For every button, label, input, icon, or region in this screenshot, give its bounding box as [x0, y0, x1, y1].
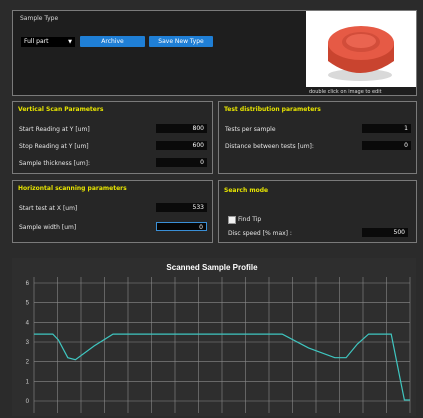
test-distribution-title: Test distribution parameters: [224, 106, 321, 113]
chart-svg: Scanned Sample Profile 6543210: [12, 258, 416, 416]
save-new-type-button[interactable]: Save New Type: [149, 36, 213, 47]
start-reading-y-input[interactable]: 800: [156, 124, 207, 133]
archive-button[interactable]: Archive: [80, 36, 145, 47]
start-test-x-input[interactable]: 533: [156, 203, 207, 212]
sample-type-dropdown[interactable]: Full part ▼: [21, 37, 75, 47]
horizontal-scan-title: Horizontal scanning parameters: [18, 185, 127, 192]
sample-thickness-label: Sample thickness [um]:: [19, 160, 91, 167]
image-caption: double click on image to edit: [309, 89, 382, 95]
start-reading-y-label: Start Reading at Y [um]: [19, 126, 90, 133]
disc-speed-input[interactable]: 500: [362, 228, 408, 237]
search-mode-title: Search mode: [224, 187, 269, 194]
disc-speed-label: Disc speed [% max] :: [228, 230, 292, 237]
find-tip-label: Find Tip: [238, 216, 262, 223]
stop-reading-y-input[interactable]: 600: [156, 141, 207, 150]
sample-width-input[interactable]: 0: [156, 222, 207, 231]
vertical-scan-panel: Vertical Scan Parameters Start Reading a…: [12, 101, 213, 174]
find-tip-checkbox[interactable]: [228, 216, 236, 224]
triangle-down-icon: ▼: [68, 39, 72, 45]
test-distribution-panel: Test distribution parameters Tests per s…: [218, 101, 417, 174]
tests-per-sample-label: Tests per sample: [225, 126, 276, 133]
sample-image[interactable]: [306, 11, 416, 87]
start-test-x-label: Start test at X [um]: [19, 205, 78, 212]
sample-type-panel: Sample Type Full part ▼ Archive Save New…: [12, 10, 417, 96]
search-mode-panel: Search mode Find Tip Disc speed [% max] …: [218, 180, 417, 243]
chart-background: [12, 258, 416, 416]
distance-between-tests-input[interactable]: 0: [362, 141, 411, 150]
sample-type-title: Sample Type: [20, 15, 59, 22]
scanned-sample-profile-chart: Scanned Sample Profile 6543210: [12, 258, 416, 416]
sample-photo-graphic: [328, 26, 394, 81]
stop-reading-y-label: Stop Reading at Y [um]: [19, 143, 89, 150]
horizontal-scan-panel: Horizontal scanning parameters Start tes…: [12, 180, 213, 243]
sample-thickness-input[interactable]: 0: [156, 158, 207, 167]
dropdown-value: Full part: [24, 38, 49, 45]
vertical-scan-title: Vertical Scan Parameters: [18, 106, 104, 113]
sample-width-label: Sample width [um]: [19, 224, 77, 231]
distance-between-tests-label: Distance between tests [um]:: [225, 143, 314, 150]
chart-title: Scanned Sample Profile: [166, 263, 258, 272]
tests-per-sample-input[interactable]: 1: [362, 124, 411, 133]
